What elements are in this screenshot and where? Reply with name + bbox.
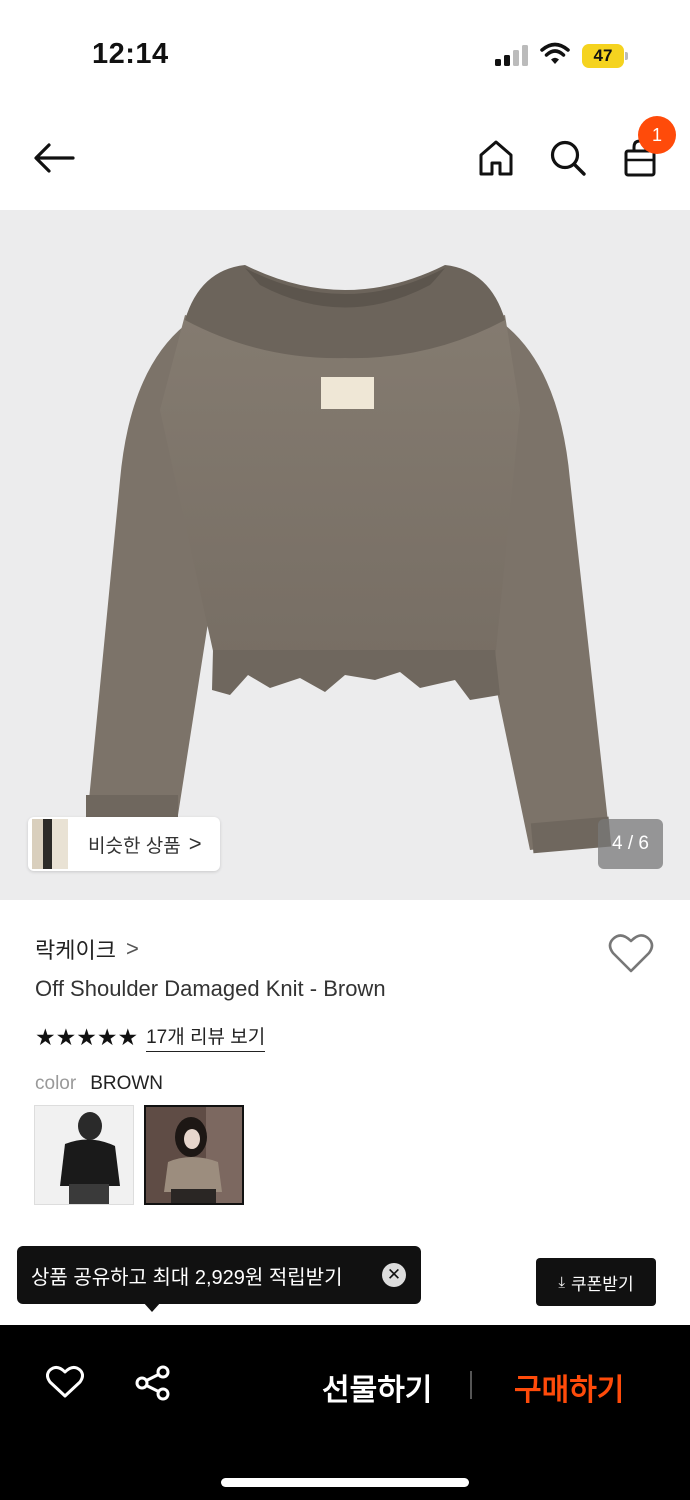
color-value: BROWN xyxy=(90,1073,164,1094)
signal-icon xyxy=(495,45,528,66)
similar-products-label: 비슷한 상품 xyxy=(88,835,181,857)
rating-row: ★★★★★ 17개 리뷰 보기 xyxy=(35,1022,266,1052)
bottom-action-bar: 선물하기 구매하기 xyxy=(0,1325,690,1500)
chevron-right-icon: > xyxy=(125,936,139,961)
coupon-label: 쿠폰받기 xyxy=(571,1274,634,1294)
share-reward-toast[interactable]: 상품 공유하고 최대 2,929원 적립받기 ✕ xyxy=(17,1246,421,1304)
like-button[interactable] xyxy=(46,1365,84,1401)
home-button[interactable] xyxy=(474,136,518,180)
image-page-indicator: 4 / 6 xyxy=(598,819,663,869)
color-swatch-black[interactable] xyxy=(34,1105,134,1205)
brand-link[interactable]: 락케이크 > xyxy=(35,933,139,965)
status-bar: 12:14 47 xyxy=(0,0,690,100)
search-button[interactable] xyxy=(546,136,590,180)
share-icon xyxy=(135,1365,170,1401)
home-icon xyxy=(479,140,513,176)
gift-button[interactable]: 선물하기 xyxy=(322,1365,432,1409)
toast-message: 상품 공유하고 최대 2,929원 적립받기 xyxy=(31,1266,343,1289)
chevron-right-icon: > xyxy=(188,831,202,856)
battery-icon: 47 xyxy=(582,44,628,68)
buy-button[interactable]: 구매하기 xyxy=(514,1365,624,1409)
arrow-left-icon xyxy=(34,143,75,173)
wishlist-button[interactable] xyxy=(608,932,654,974)
color-row: color BROWN xyxy=(35,1073,163,1095)
download-icon: ⤓ xyxy=(558,1273,566,1291)
share-button[interactable] xyxy=(134,1365,172,1401)
nav-bar xyxy=(0,100,690,210)
brand-name: 락케이크 xyxy=(35,938,116,963)
wifi-icon xyxy=(540,42,570,64)
toast-pointer xyxy=(143,1302,161,1312)
color-swatch-brown[interactable] xyxy=(144,1105,244,1205)
status-time: 12:14 xyxy=(92,38,169,70)
similar-product-thumbnail xyxy=(32,819,68,869)
sweater-image xyxy=(86,265,612,854)
home-indicator xyxy=(221,1478,469,1487)
search-icon xyxy=(550,140,586,176)
model-photo-black xyxy=(35,1106,133,1204)
heart-icon xyxy=(608,934,654,973)
battery-level: 47 xyxy=(582,44,624,68)
divider xyxy=(470,1371,472,1399)
model-photo-brown xyxy=(146,1107,242,1203)
back-button[interactable] xyxy=(32,136,76,180)
color-label: color xyxy=(35,1073,77,1094)
close-icon[interactable]: ✕ xyxy=(382,1263,406,1287)
coupon-button[interactable]: ⤓ 쿠폰받기 xyxy=(536,1258,656,1306)
heart-icon xyxy=(46,1365,84,1398)
similar-products-button[interactable]: 비슷한 상품 > xyxy=(28,817,220,871)
cart-badge: 1 xyxy=(638,116,676,154)
product-title: Off Shoulder Damaged Knit - Brown xyxy=(35,976,386,1001)
review-link[interactable]: 17개 리뷰 보기 xyxy=(146,1022,266,1052)
star-rating: ★★★★★ xyxy=(35,1023,139,1050)
product-image[interactable] xyxy=(0,210,690,900)
